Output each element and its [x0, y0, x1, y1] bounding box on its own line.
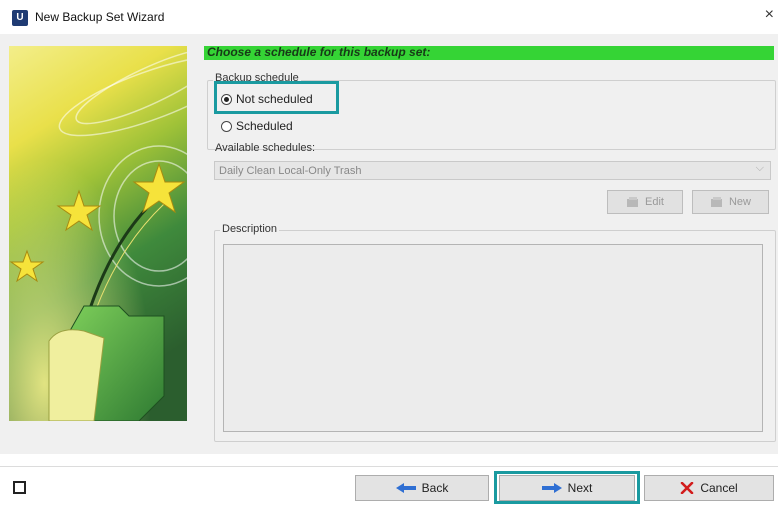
- app-icon-letter: U: [16, 12, 24, 23]
- step-heading-bar: Choose a schedule for this backup set:: [204, 45, 774, 60]
- radio-scheduled-label: Scheduled: [236, 119, 293, 133]
- title-bar: U New Backup Set Wizard ×: [0, 0, 778, 34]
- back-arrow-icon: [395, 483, 416, 493]
- close-button[interactable]: ×: [765, 6, 774, 24]
- chevron-down-icon: ⌵: [755, 162, 764, 174]
- highlight-next: [494, 471, 640, 504]
- new-icon: [710, 196, 722, 207]
- radio-not-scheduled[interactable]: Not scheduled: [221, 92, 313, 106]
- new-button-label: New: [728, 196, 751, 208]
- back-button[interactable]: Back: [355, 475, 489, 501]
- wizard-side-art: [9, 46, 187, 421]
- window-title: New Backup Set Wizard: [35, 10, 165, 24]
- new-button[interactable]: New: [692, 190, 769, 214]
- radio-scheduled-indicator[interactable]: [221, 120, 232, 132]
- edit-icon: [627, 196, 639, 207]
- edit-button[interactable]: Edit: [607, 190, 683, 214]
- back-button-label: Back: [421, 481, 449, 495]
- cancel-x-icon: [681, 482, 694, 494]
- window-toggle-icon[interactable]: [13, 481, 26, 494]
- radio-scheduled[interactable]: Scheduled: [221, 119, 293, 133]
- description-box: [223, 244, 763, 432]
- edit-button-label: Edit: [645, 196, 664, 208]
- available-schedules-select[interactable]: Daily Clean Local-Only Trash ⌵: [214, 161, 771, 180]
- wizard-body: Choose a schedule for this backup set: B…: [0, 34, 778, 454]
- radio-not-scheduled-label: Not scheduled: [236, 92, 313, 106]
- description-legend: Description: [220, 223, 280, 235]
- radio-not-scheduled-indicator[interactable]: [221, 93, 232, 105]
- app-icon: U: [12, 10, 28, 26]
- footer-separator: [0, 466, 778, 467]
- available-schedules-value: Daily Clean Local-Only Trash: [219, 165, 362, 177]
- step-heading: Choose a schedule for this backup set:: [207, 45, 431, 59]
- cancel-button[interactable]: Cancel: [644, 475, 774, 501]
- available-schedules-label: Available schedules:: [215, 142, 316, 154]
- cancel-button-label: Cancel: [700, 481, 738, 495]
